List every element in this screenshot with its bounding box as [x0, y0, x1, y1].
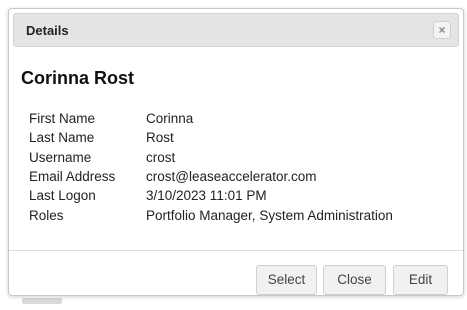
select-button[interactable]: Select	[256, 265, 317, 295]
detail-row: First Name Corinna	[29, 109, 393, 128]
dialog-title: Details	[26, 23, 69, 38]
edit-button[interactable]: Edit	[393, 265, 448, 295]
detail-value: Corinna	[146, 111, 194, 127]
footer-divider	[9, 250, 463, 251]
detail-row: Last Name Rost	[29, 128, 393, 147]
details-table: First Name Corinna Last Name Rost Userna…	[29, 109, 393, 225]
detail-label: Last Logon	[29, 188, 96, 204]
details-dialog: Details × Corinna Rost First Name Corinn…	[8, 8, 464, 296]
background-text-fragment	[22, 298, 62, 304]
person-name-heading: Corinna Rost	[21, 68, 135, 88]
close-button[interactable]: Close	[323, 265, 386, 295]
dialog-titlebar[interactable]: Details ×	[13, 13, 459, 47]
detail-label: Last Name	[29, 130, 95, 146]
page: Details × Corinna Rost First Name Corinn…	[0, 0, 467, 310]
detail-label: First Name	[29, 111, 96, 127]
detail-value: Portfolio Manager, System Administration	[146, 207, 393, 223]
detail-label: Email Address	[29, 169, 116, 185]
detail-label: Username	[29, 149, 92, 165]
detail-row: Username crost	[29, 148, 393, 167]
detail-row: Last Logon 3/10/2023 11:01 PM	[29, 186, 393, 205]
detail-value: 3/10/2023 11:01 PM	[146, 188, 267, 204]
close-icon[interactable]: ×	[433, 21, 451, 39]
detail-value: crost	[146, 149, 176, 165]
detail-label: Roles	[29, 207, 64, 223]
detail-value: Rost	[146, 130, 174, 146]
detail-row: Email Address crost@leaseaccelerator.com	[29, 167, 393, 186]
detail-row: Roles Portfolio Manager, System Administ…	[29, 205, 393, 224]
detail-value: crost@leaseaccelerator.com	[146, 169, 317, 185]
